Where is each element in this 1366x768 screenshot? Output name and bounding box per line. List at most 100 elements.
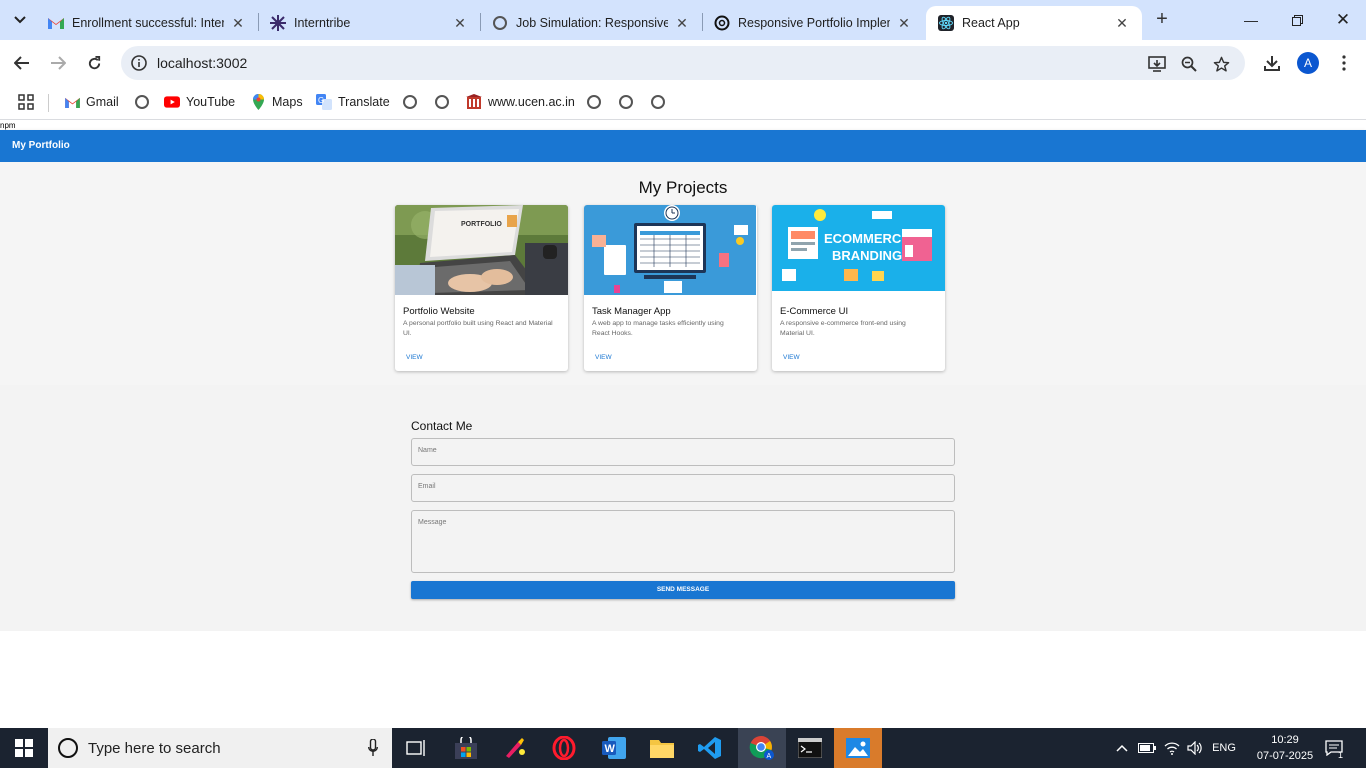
bookmark-youtube[interactable]: YouTube bbox=[164, 92, 235, 112]
tab-job-simulation[interactable]: Job Simulation: Responsive P ✕ bbox=[480, 6, 702, 40]
windows-taskbar: Type here to search W A ENG 10:29 07-07-… bbox=[0, 728, 1366, 768]
close-icon[interactable]: ✕ bbox=[230, 15, 246, 32]
taskbar-vscode[interactable] bbox=[686, 728, 734, 768]
new-tab-button[interactable]: + bbox=[1150, 8, 1174, 32]
address-bar[interactable]: localhost:3002 bbox=[121, 46, 1245, 80]
bookmark-label: Gmail bbox=[86, 95, 119, 109]
tab-responsive-portfolio[interactable]: Responsive Portfolio Implem ✕ bbox=[702, 6, 924, 40]
wifi-icon bbox=[1164, 742, 1180, 755]
zoom-icon[interactable] bbox=[1179, 54, 1199, 74]
contact-heading: Contact Me bbox=[411, 419, 473, 433]
ecommerce-image-text: BRANDING bbox=[832, 248, 902, 263]
bookmark-globe[interactable] bbox=[434, 92, 456, 112]
back-button[interactable] bbox=[9, 50, 35, 76]
windows-logo-icon bbox=[15, 739, 33, 757]
taskbar-opera[interactable] bbox=[540, 728, 588, 768]
view-project-button[interactable]: VIEW bbox=[595, 354, 612, 361]
brand-title: My Portfolio bbox=[12, 140, 70, 151]
show-hidden-icons-button[interactable] bbox=[1112, 728, 1132, 768]
project-card: Task Manager App A web app to manage tas… bbox=[584, 205, 757, 371]
notification-count: 1 bbox=[1338, 750, 1344, 760]
view-project-button[interactable]: VIEW bbox=[406, 354, 423, 361]
bookmark-gmail[interactable]: Gmail bbox=[64, 92, 119, 112]
tab-react-app[interactable]: React App ✕ bbox=[926, 6, 1142, 40]
taskbar-store[interactable] bbox=[442, 728, 490, 768]
contact-section: Contact Me Name Email Message SEND MESSA… bbox=[0, 385, 1366, 631]
start-button[interactable] bbox=[0, 728, 48, 768]
browser-menu-button[interactable] bbox=[1331, 50, 1357, 76]
portfolio-image-text: PORTFOLIO bbox=[461, 221, 502, 228]
apps-button[interactable] bbox=[18, 92, 34, 112]
bookmark-maps[interactable]: Maps bbox=[250, 92, 303, 112]
web-page: npm My Portfolio My Projects PORTFOLIO P… bbox=[0, 121, 1366, 728]
globe-icon bbox=[650, 94, 666, 110]
tab-title: React App bbox=[962, 16, 1020, 30]
more-vertical-icon bbox=[1342, 55, 1346, 71]
taskbar-word[interactable]: W bbox=[590, 728, 638, 768]
taskbar-chrome[interactable]: A bbox=[738, 728, 786, 768]
bookmark-globe[interactable] bbox=[586, 92, 608, 112]
bookmark-ucen[interactable]: www.ucen.ac.in bbox=[466, 92, 575, 112]
close-icon[interactable]: ✕ bbox=[1114, 15, 1130, 32]
project-image-task-manager bbox=[584, 205, 757, 295]
arrow-left-icon bbox=[14, 56, 29, 70]
tab-search-button[interactable] bbox=[8, 8, 32, 32]
system-clock[interactable]: 10:29 07-07-2025 bbox=[1252, 732, 1318, 764]
bookmark-globe[interactable] bbox=[650, 92, 672, 112]
project-card: PORTFOLIO Portfolio Website A personal p… bbox=[395, 205, 568, 371]
email-field[interactable]: Email bbox=[411, 474, 955, 502]
gmail-icon bbox=[64, 94, 80, 110]
project-description: A web app to manage tasks efficiently us… bbox=[592, 320, 724, 337]
downloads-button[interactable] bbox=[1259, 50, 1285, 76]
taskbar-file-explorer[interactable] bbox=[638, 728, 686, 768]
project-card: ECOMMERCE BRANDING E-Commerce UI A respo… bbox=[772, 205, 945, 371]
taskbar-search[interactable]: Type here to search bbox=[48, 728, 392, 768]
view-project-button[interactable]: VIEW bbox=[783, 354, 800, 361]
volume-control[interactable] bbox=[1184, 728, 1206, 768]
bookmark-globe[interactable] bbox=[134, 92, 156, 112]
globe-icon bbox=[586, 94, 602, 110]
bookmark-translate[interactable]: G Translate bbox=[316, 92, 390, 112]
svg-text:G: G bbox=[318, 96, 324, 105]
profile-avatar[interactable]: A bbox=[1297, 52, 1319, 74]
taskbar-photos[interactable] bbox=[834, 728, 882, 768]
photos-icon bbox=[846, 738, 870, 758]
bookmark-globe[interactable] bbox=[402, 92, 424, 112]
bookmark-star-icon[interactable] bbox=[1211, 54, 1231, 74]
tab-title: Job Simulation: Responsive P bbox=[516, 16, 668, 30]
message-field[interactable]: Message bbox=[411, 510, 955, 573]
site-info-icon[interactable] bbox=[129, 53, 149, 73]
language-indicator[interactable]: ENG bbox=[1208, 728, 1240, 768]
close-icon[interactable]: ✕ bbox=[452, 15, 468, 32]
project-image-ecommerce: ECOMMERCE BRANDING bbox=[772, 205, 945, 295]
restore-button[interactable] bbox=[1274, 6, 1320, 34]
forward-button[interactable] bbox=[45, 50, 71, 76]
search-placeholder: Type here to search bbox=[88, 740, 221, 757]
opera-icon bbox=[552, 736, 576, 760]
project-image-portfolio: PORTFOLIO bbox=[395, 205, 568, 295]
email-placeholder: Email bbox=[418, 483, 436, 490]
close-window-button[interactable]: ✕ bbox=[1320, 6, 1366, 34]
name-field[interactable]: Name bbox=[411, 438, 955, 466]
reload-button[interactable] bbox=[81, 50, 107, 76]
taskbar-paint[interactable] bbox=[490, 728, 538, 768]
tab-title: Responsive Portfolio Implem bbox=[738, 16, 890, 30]
microphone-icon[interactable] bbox=[368, 739, 378, 757]
battery-status[interactable] bbox=[1136, 728, 1158, 768]
url-text[interactable]: localhost:3002 bbox=[157, 55, 247, 71]
network-status[interactable] bbox=[1160, 728, 1184, 768]
bookmarks-divider bbox=[48, 94, 49, 112]
bookmark-globe[interactable] bbox=[618, 92, 640, 112]
bookmark-label: Translate bbox=[338, 95, 390, 109]
close-icon[interactable]: ✕ bbox=[674, 15, 690, 32]
tab-interntribe[interactable]: Interntribe ✕ bbox=[258, 6, 480, 40]
minimize-button[interactable]: — bbox=[1228, 6, 1274, 34]
maps-icon bbox=[250, 94, 266, 110]
close-icon[interactable]: ✕ bbox=[896, 15, 912, 32]
taskbar-terminal[interactable] bbox=[786, 728, 834, 768]
action-center-button[interactable]: 1 bbox=[1322, 728, 1346, 768]
task-view-button[interactable] bbox=[392, 728, 440, 768]
install-app-icon[interactable] bbox=[1147, 54, 1167, 74]
send-message-button[interactable]: SEND MESSAGE bbox=[411, 581, 955, 599]
tab-gmail[interactable]: Enrollment successful: Intern ✕ bbox=[36, 6, 258, 40]
